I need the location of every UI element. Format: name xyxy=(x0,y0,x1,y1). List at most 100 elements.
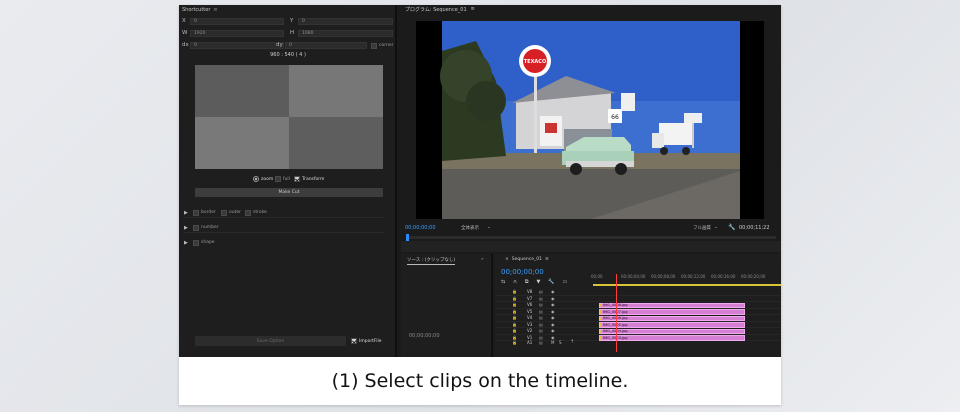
transform-checkbox[interactable] xyxy=(294,176,300,182)
nest-icon[interactable]: ⇆ xyxy=(501,279,505,285)
timeline-ruler[interactable]: 00;00 00;00;04;00 00;00;08;00 00;00;12;00 00… xyxy=(591,274,777,284)
marker-icon[interactable]: ▼ xyxy=(536,279,540,285)
solo-button[interactable]: S xyxy=(559,340,562,345)
lock-icon[interactable]: 🔒 xyxy=(512,302,517,307)
layout-preview-grid[interactable] xyxy=(195,65,383,169)
ruler-label: 00;00;20;00 xyxy=(741,274,766,279)
chevron-down-icon[interactable]: ⌄ xyxy=(487,225,491,230)
lock-icon[interactable]: 🔒 xyxy=(512,340,517,345)
eye-icon[interactable]: ◉ xyxy=(551,328,555,333)
program-duration: 00;00;11;22 xyxy=(739,225,770,231)
corner-checkbox[interactable] xyxy=(371,43,377,49)
expand-arrow-icon[interactable]: ▶ xyxy=(184,240,188,246)
timeline-clip[interactable]: IMG_0004.jpg xyxy=(599,328,745,334)
y-field[interactable]: 0 xyxy=(298,18,393,25)
outer-checkbox[interactable] xyxy=(221,210,227,216)
mute-button[interactable]: M xyxy=(551,340,554,345)
timeline-clip[interactable]: IMG_0006.jpg xyxy=(599,315,745,321)
h-label: H xyxy=(290,30,295,36)
timeline-clip[interactable]: IMG_0008.jpg xyxy=(599,302,745,308)
source-tab[interactable]: ソース : (クリップなし) xyxy=(407,257,456,265)
ruler-label: 00;00;12;00 xyxy=(681,274,706,279)
eye-icon[interactable]: ◉ xyxy=(551,302,555,307)
lock-icon[interactable]: 🔒 xyxy=(512,335,517,340)
program-scrub-bar[interactable] xyxy=(406,236,776,239)
toggle-sync-icon[interactable]: ▤ xyxy=(539,296,543,301)
h-field[interactable]: 1080 xyxy=(298,30,393,37)
import-file-checkbox[interactable] xyxy=(351,338,357,344)
expand-arrow-icon[interactable]: ▶ xyxy=(184,225,188,231)
toggle-sync-icon[interactable]: ▤ xyxy=(539,289,543,294)
sync-lock-icon[interactable]: ▤ xyxy=(539,340,543,345)
program-playhead[interactable] xyxy=(406,234,409,241)
timeline-tab[interactable]: × Sequence_01 ≡ xyxy=(505,257,549,262)
border-checkbox[interactable] xyxy=(193,210,199,216)
quality-dropdown[interactable]: フル画質 xyxy=(693,225,711,231)
track-name: V2 xyxy=(527,328,533,333)
linked-selection-icon[interactable]: ⧉ xyxy=(525,279,529,285)
toggle-sync-icon[interactable]: ▤ xyxy=(539,315,543,320)
preview-cell-bottom-right[interactable] xyxy=(289,117,383,169)
shape-section[interactable]: ▶ shape xyxy=(184,238,384,248)
eye-icon[interactable]: ◉ xyxy=(551,289,555,294)
wrench-icon[interactable]: 🔧 xyxy=(728,224,735,231)
panel-overflow-icon[interactable]: » xyxy=(481,257,484,262)
shape-checkbox[interactable] xyxy=(193,240,199,246)
audio-track-a1[interactable]: 🔒 A1 ▤ M S ⇡ xyxy=(495,339,781,348)
wrench-icon[interactable]: 🔧 xyxy=(548,279,554,285)
toggle-sync-icon[interactable]: ▤ xyxy=(539,302,543,307)
w-field[interactable]: 1920 xyxy=(190,30,284,37)
svg-text:TEXACO: TEXACO xyxy=(524,59,546,65)
shortcutter-tab[interactable]: Shortcutter ≡ xyxy=(179,5,218,15)
save-option-button[interactable]: Save Option xyxy=(195,336,346,346)
toggle-sync-icon[interactable]: ▤ xyxy=(539,335,543,340)
expand-arrow-icon[interactable]: ▶ xyxy=(184,210,188,216)
timeline-toolbar: ⇆ ∩ ⧉ ▼ 🔧 ▭ xyxy=(501,279,567,285)
preview-cell-top-right[interactable] xyxy=(289,65,383,117)
border-section[interactable]: ▶ border outer stroke xyxy=(184,208,384,218)
fit-dropdown[interactable]: 全体表示 xyxy=(461,225,479,231)
lock-icon[interactable]: 🔒 xyxy=(512,296,517,301)
snap-magnet-icon[interactable]: ∩ xyxy=(513,279,517,285)
zoom-radio[interactable] xyxy=(253,176,259,182)
panel-menu-icon[interactable]: ≡ xyxy=(545,257,549,262)
lock-icon[interactable]: 🔒 xyxy=(512,315,517,320)
lock-icon[interactable]: 🔒 xyxy=(512,328,517,333)
caption-track-icon[interactable]: ▭ xyxy=(563,279,568,285)
toggle-sync-icon[interactable]: ▤ xyxy=(539,322,543,327)
program-timecode[interactable]: 00;00;00;00 xyxy=(405,225,436,231)
timeline-clip[interactable]: IMG_0007.jpg xyxy=(599,309,745,315)
dx-label: dx xyxy=(182,42,189,48)
program-video-frame[interactable]: TEXACO 66 xyxy=(416,21,764,219)
lock-icon[interactable]: 🔒 xyxy=(512,322,517,327)
timeline-clip[interactable]: IMG_0005.jpg xyxy=(599,322,745,328)
preview-cell-top-left[interactable] xyxy=(195,65,289,117)
timeline-timecode[interactable]: 00;00;00;00 xyxy=(501,268,544,276)
toggle-sync-icon[interactable]: ▤ xyxy=(539,309,543,314)
number-section[interactable]: ▶ number xyxy=(184,223,384,233)
toggle-sync-icon[interactable]: ▤ xyxy=(539,328,543,333)
track-name: V1 xyxy=(527,334,533,340)
microphone-icon[interactable]: ⇡ xyxy=(570,339,574,345)
eye-icon[interactable]: ◉ xyxy=(551,296,555,301)
preview-cell-bottom-left[interactable] xyxy=(195,117,289,169)
dy-field[interactable]: 0 xyxy=(285,42,367,49)
chevron-down-icon[interactable]: ⌄ xyxy=(714,225,718,230)
lock-icon[interactable]: 🔒 xyxy=(512,289,517,294)
lock-icon[interactable]: 🔒 xyxy=(512,309,517,314)
make-cut-button[interactable]: Make Cut xyxy=(195,188,383,197)
x-field[interactable]: 0 xyxy=(190,18,284,25)
full-checkbox[interactable] xyxy=(275,176,281,182)
eye-icon[interactable]: ◉ xyxy=(551,335,555,340)
eye-icon[interactable]: ◉ xyxy=(551,309,555,314)
work-area-bar[interactable] xyxy=(593,284,781,286)
close-icon[interactable]: × xyxy=(505,257,509,262)
program-monitor-tab[interactable]: プログラム: Sequence_01 ≡ xyxy=(405,6,475,13)
panel-menu-icon[interactable]: ≡ xyxy=(471,6,475,13)
dx-field[interactable]: 0 xyxy=(190,42,284,49)
panel-menu-icon[interactable]: ≡ xyxy=(213,7,217,13)
number-checkbox[interactable] xyxy=(193,225,199,231)
eye-icon[interactable]: ◉ xyxy=(551,315,555,320)
eye-icon[interactable]: ◉ xyxy=(551,322,555,327)
stroke-checkbox[interactable] xyxy=(245,210,251,216)
